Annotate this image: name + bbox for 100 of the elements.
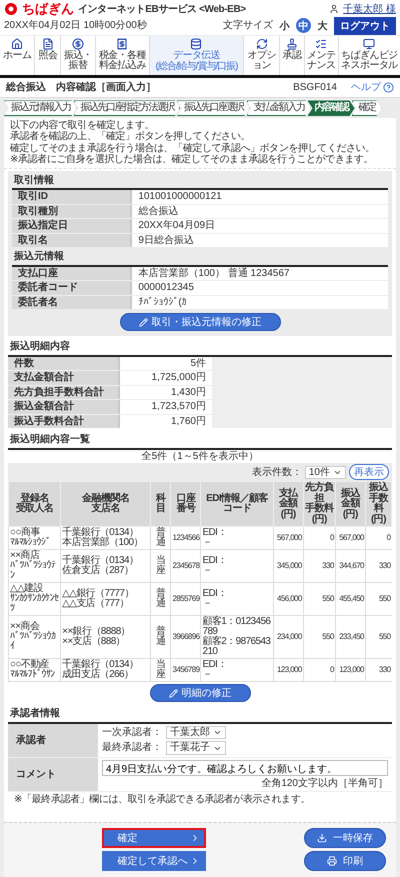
bank-logo: ちばぎん xyxy=(22,2,74,17)
column-header: 支払金額 (円) xyxy=(273,482,304,527)
table-cell: 千葉銀行（0134） 成田支店（266） xyxy=(60,658,151,682)
row-label: コメント xyxy=(8,758,98,792)
row-label: 先方負担手数料合計 xyxy=(8,386,120,400)
progress-step: 振込元情報入力 xyxy=(4,100,76,116)
table-cell: 普通 xyxy=(150,616,171,659)
progress-step: 内容確認 xyxy=(308,100,354,116)
datetime: 20XX年04月02日 10時00分00秒 xyxy=(4,20,147,32)
print-button[interactable]: 印刷 xyxy=(304,851,386,871)
table-cell: 123,000 xyxy=(273,658,304,682)
row-label: 委託者名 xyxy=(12,296,132,310)
table-cell: 1234566 xyxy=(170,526,201,550)
table-cell: 当座 xyxy=(150,550,171,583)
nav-tab[interactable]: 税金・各種料金払込み xyxy=(94,36,149,75)
user-link[interactable]: 千葉太郎 様 xyxy=(343,4,396,16)
table-cell: ○○不動産 ﾏﾙﾏﾙﾌﾄﾞｳｻﾝ xyxy=(8,658,61,682)
nav-tab[interactable]: データ伝送 (総合/給与/賞与/口振) xyxy=(148,36,244,75)
column-header: 口座番号 xyxy=(170,482,201,527)
row-value: 0000012345 xyxy=(132,281,388,295)
row-label: 取引種別 xyxy=(12,204,132,218)
column-header: 先方負担 手数料 (円) xyxy=(303,482,336,527)
row-value: 1,725,000円 xyxy=(120,371,212,385)
row-label: 支払口座 xyxy=(12,266,132,280)
table-cell: 330 xyxy=(365,550,392,583)
instruction-text: 以下の内容で取引を確定します。 xyxy=(10,120,156,131)
table-cell: 普通 xyxy=(150,582,171,616)
logout-button[interactable]: ログアウト xyxy=(334,16,396,35)
nav-subtitle: (総合/給与/賞与/口振) xyxy=(155,62,238,73)
table-cell: ××商会 ﾊﾞﾂﾊﾞﾂｼｮｳｶｲ xyxy=(8,616,61,659)
edit-button[interactable]: 取引・振込元情報の修正 xyxy=(120,313,280,332)
table-cell: 123,000 xyxy=(335,658,366,682)
help-link[interactable]: ヘルプ xyxy=(351,82,394,94)
table-cell: 0 xyxy=(303,658,336,682)
service-name: インターネットEBサービス <Web-EB> xyxy=(78,4,246,16)
nav-tab[interactable]: オプション xyxy=(243,36,280,75)
row-label: 支払金額合計 xyxy=(8,371,120,385)
table-cell: 567,000 xyxy=(273,526,304,550)
row-label: 取引名 xyxy=(12,234,132,248)
refresh-button[interactable]: 再表示 xyxy=(349,464,389,480)
progress-step: 確定 xyxy=(352,100,382,116)
table-cell: 0 xyxy=(365,526,392,550)
page-category: 総合振込 xyxy=(6,82,46,94)
table-cell: 2345678 xyxy=(170,550,201,583)
table-cell: 顧客1：0123456789 顧客2：9876543210 xyxy=(200,616,274,659)
column-header: 科目 xyxy=(150,482,171,527)
row-value: ﾁﾊﾞｼｮｳｼﾞ(ｶ xyxy=(132,296,388,310)
save-button[interactable]: 一時保存 xyxy=(304,828,386,848)
screen-id: BSGF014 xyxy=(293,82,337,94)
row-label: 振込手数料合計 xyxy=(8,414,120,428)
approver-select[interactable]: 千葉太郎 xyxy=(166,726,226,740)
table-cell: 550 xyxy=(365,582,392,616)
font-size-button[interactable]: 中 xyxy=(296,18,311,34)
table-cell: 3456789 xyxy=(170,658,201,682)
nav-tab[interactable]: 照会 xyxy=(34,36,60,75)
nav-tab[interactable]: メンテナンス xyxy=(304,36,338,75)
nav-tab[interactable]: ちばぎんビジネスポータル xyxy=(338,36,400,75)
row-value: 1,760円 xyxy=(120,414,212,428)
progress-step: 振込先口座指定方法選択 xyxy=(74,100,180,116)
font-size-button[interactable]: 大 xyxy=(315,18,330,34)
edit-button[interactable]: 明細の修正 xyxy=(150,684,250,702)
instruction-text: ※承認者にご自身を選択した場合は、確定してそのまま承認を行うことができます。 xyxy=(10,154,374,166)
confirm-button[interactable]: 確定 xyxy=(102,828,206,848)
per-page-label: 表示件数： xyxy=(252,466,302,478)
row-label: 委託者コード xyxy=(12,281,132,295)
row-value: 5件 xyxy=(120,356,212,370)
column-header: 登録名 受取人名 xyxy=(8,482,61,527)
row-value: 1,430円 xyxy=(120,386,212,400)
row-label: 振込金額合計 xyxy=(8,400,120,414)
table-cell: 3966896 xyxy=(170,616,201,659)
comment-field[interactable]: 4月9日支払い分です。確認よろしくお願いします。 xyxy=(102,760,388,776)
table-cell: 当座 xyxy=(150,658,171,682)
table-cell: 330 xyxy=(365,658,392,682)
table-cell: ○○商事 ﾏﾙﾏﾙｼｮｳｼﾞ xyxy=(8,526,61,550)
table-cell: 234,000 xyxy=(273,616,304,659)
table-cell: 345,000 xyxy=(273,550,304,583)
table-cell: 550 xyxy=(303,582,336,616)
instruction-text: 確定してそのまま承認を行う場合は、「確定して承認へ」ボタンを押してください。 xyxy=(10,142,376,154)
font-size-button[interactable]: 小 xyxy=(277,18,292,34)
table-cell: EDI： － xyxy=(200,582,274,616)
row-value: 101001000000121 xyxy=(132,190,388,204)
table-cell: EDI： － xyxy=(200,550,274,583)
confirm-button[interactable]: 確定して承認へ xyxy=(102,851,206,871)
table-cell: 千葉銀行（0134） 本店営業部（100） xyxy=(60,526,151,550)
font-size-label: 文字サイズ xyxy=(223,20,273,32)
row-label: 件数 xyxy=(8,356,120,370)
row-value: 9日総合振込 xyxy=(132,234,388,248)
progress-step: 振込先口座選択 xyxy=(177,100,250,116)
result-count: 全5件（1～5件を表示中） xyxy=(140,450,260,464)
table-cell: EDI： － xyxy=(200,526,274,550)
page-title: 内容確認［画面入力］ xyxy=(56,82,156,94)
table-cell: 550 xyxy=(303,616,336,659)
progress-step: 支払金額入力 xyxy=(246,100,310,116)
table-cell: 550 xyxy=(365,616,392,659)
table-cell: 0 xyxy=(303,526,336,550)
nav-tab[interactable]: 承認 xyxy=(279,36,304,75)
table-cell: 330 xyxy=(303,550,336,583)
per-page-select[interactable]: 10件 xyxy=(304,466,346,480)
table-cell: 千葉銀行（0134） 佐倉支店（287） xyxy=(60,550,151,583)
approver-select[interactable]: 千葉花子 xyxy=(166,741,226,755)
